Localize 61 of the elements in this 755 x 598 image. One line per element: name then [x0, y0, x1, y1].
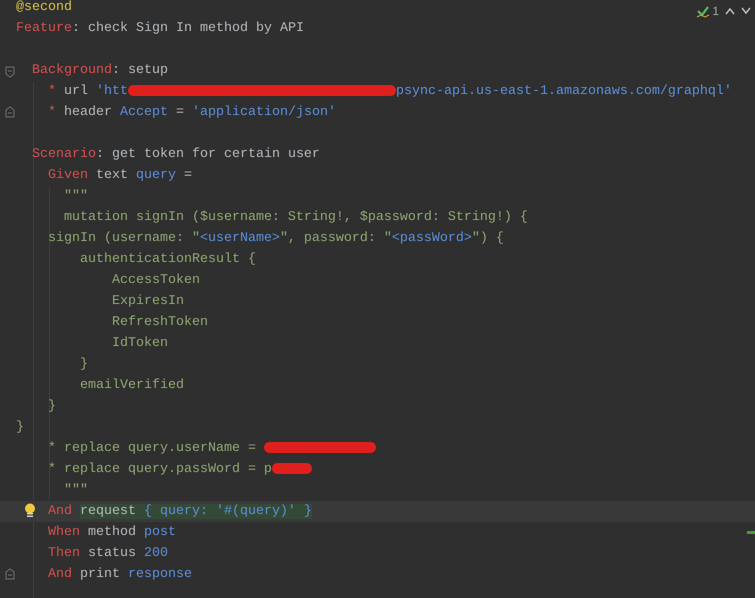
chevron-down-icon[interactable] [741, 7, 751, 15]
docstring-text: ExpiresIn [112, 294, 184, 309]
docstring-text: * replace query.userName = [48, 441, 257, 456]
code-text: method [86, 525, 137, 540]
string-text: post [144, 525, 176, 540]
docstring-text: RefreshToken [112, 315, 208, 330]
docstring-text: mutation signIn ($username: String!, $password: String!) { [64, 210, 528, 225]
keyword-text: Then [48, 546, 80, 561]
code-text: print [78, 567, 121, 582]
code-text: = [174, 105, 185, 120]
string-text: <userName> [200, 231, 280, 246]
code-text: status [86, 546, 137, 561]
docstring-text: """ [64, 189, 88, 204]
keyword-text: And [48, 567, 72, 582]
code-text: request [80, 504, 136, 519]
fold-icon[interactable] [5, 568, 15, 582]
docstring-text: * replace query.passWord = p [48, 462, 272, 477]
keyword-text: Background [32, 63, 112, 78]
docstring-text: """ [64, 483, 88, 498]
string-text: response [128, 567, 192, 582]
docstring-text: ") { [472, 231, 504, 246]
code-text: : setup [112, 63, 168, 78]
docstring-text: IdToken [112, 336, 168, 351]
string-text: <passWord> [392, 231, 472, 246]
code-text: = [182, 168, 192, 183]
keyword-text: Feature [16, 21, 72, 36]
string-text: 'htt [96, 84, 128, 99]
docstring-text: AccessToken [112, 273, 200, 288]
code-text: text [94, 168, 129, 183]
string-text: query [136, 168, 176, 183]
string-text: 'application/json' [192, 105, 336, 120]
docstring-text: } [16, 420, 24, 435]
docstring-text: emailVerified [80, 378, 184, 393]
keyword-text: When [48, 525, 80, 540]
tag-text: @second [16, 0, 72, 15]
string-text: psync-api.us-east-1.amazonaws.com/graphql' [396, 84, 732, 99]
docstring-text: } [48, 399, 56, 414]
lightbulb-icon[interactable] [24, 503, 36, 518]
keyword-text: * [48, 84, 56, 99]
docstring-text: signIn (username: " [48, 231, 200, 246]
docstring-text: ", password: " [280, 231, 392, 246]
string-text: Accept [120, 105, 168, 120]
check-icon[interactable] [696, 4, 710, 18]
change-marker [747, 531, 755, 534]
string-text: 200 [144, 546, 168, 561]
inspection-count: 1 [712, 3, 719, 20]
keyword-text: Given [48, 168, 88, 183]
code-text: : check Sign In method by API [72, 21, 304, 36]
chevron-up-icon[interactable] [725, 7, 735, 15]
code-text: url [62, 84, 89, 99]
code-text: : get token for certain user [96, 147, 320, 162]
fold-icon[interactable] [5, 64, 15, 78]
keyword-text: * [48, 105, 56, 120]
keyword-text: And [48, 504, 72, 519]
docstring-text: authenticationResult { [80, 252, 256, 267]
redaction-scribble [272, 462, 312, 474]
docstring-text: } [80, 357, 88, 372]
code-text: header [62, 105, 113, 120]
string-text: { query: '#(query)' } [136, 504, 312, 519]
keyword-text: Scenario [32, 147, 96, 162]
fold-icon[interactable] [5, 106, 15, 120]
